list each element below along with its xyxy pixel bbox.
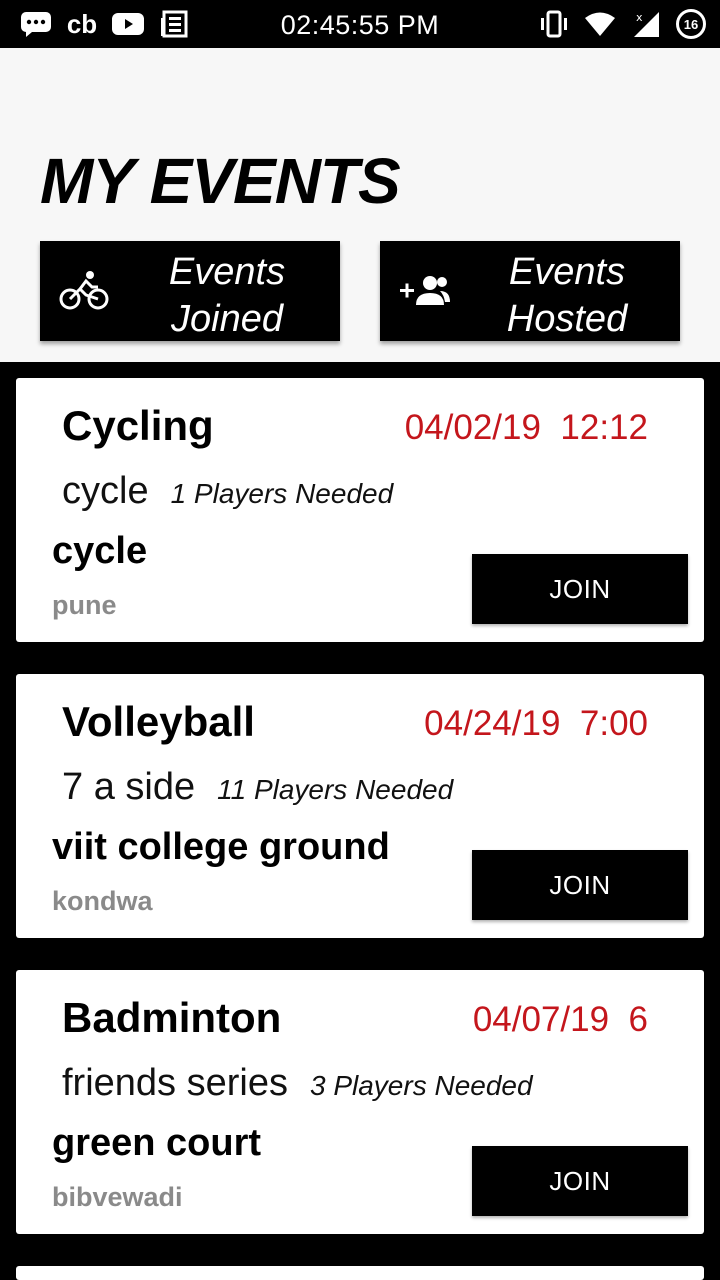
- event-time: 6: [628, 1000, 648, 1039]
- events-joined-label: Events Joined: [128, 249, 326, 343]
- players-needed: 3 Players Needed: [309, 1070, 533, 1101]
- events-joined-line1: Events: [168, 251, 286, 293]
- event-card-partial[interactable]: [16, 1266, 704, 1280]
- page-header: MY EVENTS Events Joined Events Hosted: [0, 48, 720, 362]
- battery-icon: 16: [676, 9, 706, 39]
- event-card[interactable]: Badminton 04/07/19 6 friends series 3 Pl…: [16, 970, 704, 1234]
- event-area: kondwa: [52, 886, 153, 916]
- event-time: 12:12: [560, 408, 648, 447]
- event-venue: cycle: [52, 530, 148, 572]
- events-hosted-line2: Hosted: [506, 298, 628, 340]
- event-venue: green court: [52, 1122, 262, 1164]
- event-area: bibvewadi: [52, 1182, 183, 1212]
- event-datetime: 04/24/19 7:00: [424, 704, 648, 744]
- event-description: friends series 3 Players Needed: [62, 1062, 533, 1105]
- add-group-icon: [398, 269, 452, 313]
- event-venue: viit college ground: [52, 826, 390, 868]
- event-date: 04/07/19: [472, 1000, 610, 1039]
- event-datetime: 04/07/19 6: [473, 1000, 648, 1040]
- events-hosted-line1: Events: [508, 251, 626, 293]
- bicycle-icon: [58, 269, 112, 313]
- status-bar: cb 02:45:55 PM x 16: [0, 0, 720, 48]
- event-description: 7 a side 11 Players Needed: [62, 766, 453, 809]
- vibrate-icon: [538, 8, 570, 40]
- join-button[interactable]: JOIN: [472, 1146, 688, 1216]
- event-datetime: 04/02/19 12:12: [405, 408, 648, 448]
- events-hosted-label: Events Hosted: [468, 249, 666, 343]
- event-sport: Badminton: [62, 994, 282, 1041]
- page-title: MY EVENTS: [40, 145, 401, 217]
- wifi-icon: [584, 8, 616, 40]
- signal-icon: x: [630, 8, 662, 40]
- players-needed: 11 Players Needed: [217, 774, 454, 805]
- event-date: 04/24/19: [424, 704, 561, 743]
- event-sport: Cycling: [62, 402, 214, 449]
- event-name: friends series: [62, 1062, 288, 1104]
- event-sport: Volleyball: [62, 698, 255, 745]
- event-name: cycle: [62, 470, 149, 512]
- event-date: 04/02/19: [404, 408, 541, 447]
- event-time: 7:00: [579, 704, 648, 743]
- event-card[interactable]: Volleyball 04/24/19 7:00 7 a side 11 Pla…: [16, 674, 704, 938]
- events-joined-button[interactable]: Events Joined: [40, 241, 340, 341]
- system-icons: x 16: [538, 8, 706, 40]
- event-card[interactable]: Cycling 04/02/19 12:12 cycle 1 Players N…: [16, 378, 704, 642]
- join-button[interactable]: JOIN: [472, 554, 688, 624]
- event-name: 7 a side: [62, 766, 196, 808]
- event-area: pune: [52, 590, 117, 620]
- join-button[interactable]: JOIN: [472, 850, 688, 920]
- events-joined-line2: Joined: [171, 298, 283, 340]
- players-needed: 1 Players Needed: [170, 478, 394, 509]
- svg-text:x: x: [636, 11, 643, 24]
- event-description: cycle 1 Players Needed: [62, 470, 393, 513]
- events-hosted-button[interactable]: Events Hosted: [380, 241, 680, 341]
